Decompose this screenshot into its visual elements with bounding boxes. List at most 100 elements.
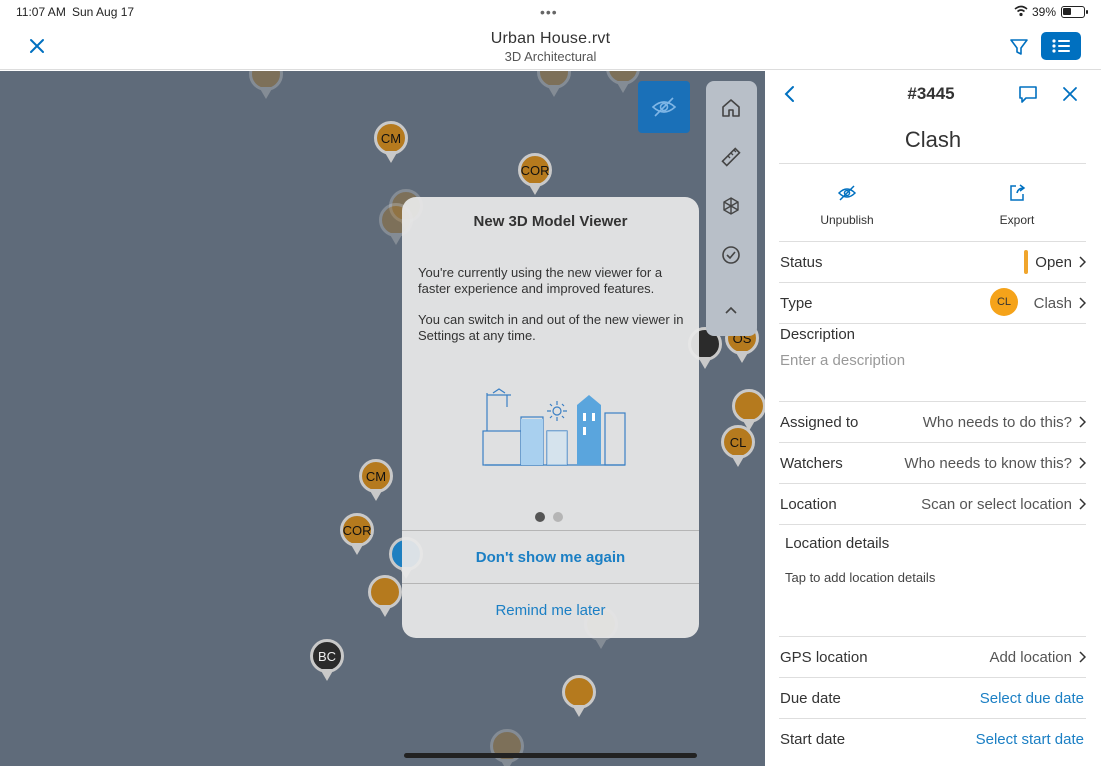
dialog-title: New 3D Model Viewer xyxy=(473,213,628,230)
issue-pin[interactable] xyxy=(490,729,524,766)
visibility-toggle-button[interactable] xyxy=(638,81,690,133)
issue-pin[interactable]: BC xyxy=(310,639,344,683)
pin-label: COR xyxy=(340,513,374,547)
watchers-row[interactable]: Watchers Who needs to know this? xyxy=(779,443,1086,483)
measure-icon[interactable] xyxy=(719,145,743,169)
assigned-to-row[interactable]: Assigned to Who needs to do this? xyxy=(779,402,1086,442)
issue-pin[interactable] xyxy=(368,575,402,619)
checkmark-circle-icon[interactable] xyxy=(719,243,743,267)
dialog-paragraph: You can switch in and out of the new vie… xyxy=(418,312,684,343)
assigned-to-value: Who needs to do this? xyxy=(922,414,1072,431)
status-indicator xyxy=(1024,250,1028,274)
remind-later-button[interactable]: Remind me later xyxy=(402,602,699,619)
due-date-value[interactable]: Select due date xyxy=(980,690,1084,707)
assigned-to-label: Assigned to xyxy=(780,414,859,431)
export-label: Export xyxy=(999,213,1035,227)
battery-icon xyxy=(1061,6,1088,18)
pin-label: COR xyxy=(518,153,552,187)
issue-pin[interactable]: COR xyxy=(518,153,552,197)
export-button[interactable]: Export xyxy=(967,183,1067,227)
unpublish-label: Unpublish xyxy=(820,213,874,227)
home-indicator[interactable] xyxy=(404,753,697,758)
comment-icon[interactable] xyxy=(1018,84,1038,104)
issue-pin[interactable] xyxy=(562,675,596,719)
eye-off-icon xyxy=(837,185,857,201)
chevron-right-icon xyxy=(1079,498,1086,510)
status-label: Status xyxy=(780,254,823,271)
issue-pin[interactable]: CM xyxy=(359,459,393,503)
app-header: Urban House.rvt 3D Architectural xyxy=(0,24,1101,70)
home-icon[interactable] xyxy=(719,96,743,120)
watchers-value: Who needs to know this? xyxy=(904,455,1072,472)
document-subtitle: 3D Architectural xyxy=(504,49,597,64)
status-row[interactable]: Status Open xyxy=(779,242,1086,282)
model-viewer[interactable]: CM COR CM COR BC CL OS New 3D Model View… xyxy=(0,71,765,766)
gps-location-row[interactable]: GPS location Add location xyxy=(779,637,1086,677)
close-icon[interactable] xyxy=(1061,85,1079,103)
issue-pin[interactable] xyxy=(606,71,640,95)
gps-location-value: Add location xyxy=(989,649,1072,666)
description-input[interactable]: Enter a description xyxy=(780,352,905,369)
start-date-label: Start date xyxy=(780,731,846,748)
issue-pin[interactable]: COR xyxy=(340,513,374,557)
issue-pin[interactable]: CL xyxy=(721,425,755,469)
issue-number: #3445 xyxy=(907,84,955,103)
type-row[interactable]: Type CL Clash xyxy=(779,283,1086,323)
chevron-right-icon xyxy=(1079,457,1086,469)
dont-show-again-button[interactable]: Don't show me again xyxy=(402,549,699,566)
filter-icon[interactable] xyxy=(1008,36,1030,58)
due-date-row[interactable]: Due date Select due date xyxy=(779,678,1086,718)
location-label: Location xyxy=(780,496,837,513)
chevron-left-icon[interactable] xyxy=(783,85,797,103)
viewer-toolbar xyxy=(706,81,757,336)
status-value: Open xyxy=(1035,254,1072,271)
city-illustration-icon xyxy=(482,388,626,466)
dialog-paragraph: You're currently using the new viewer fo… xyxy=(418,265,663,296)
unpublish-button[interactable]: Unpublish xyxy=(797,183,897,227)
status-bar: 11:07 AM Sun Aug 17 ••• 39% xyxy=(0,0,1101,24)
chevron-right-icon xyxy=(1079,256,1086,268)
type-value: Clash xyxy=(1033,295,1072,312)
gps-location-label: GPS location xyxy=(780,649,868,666)
document-title: Urban House.rvt xyxy=(490,30,611,47)
issue-type-heading: Clash xyxy=(904,127,962,152)
location-value: Scan or select location xyxy=(921,496,1072,513)
issue-pin[interactable] xyxy=(249,71,283,101)
description-label: Description xyxy=(780,326,856,343)
watchers-label: Watchers xyxy=(780,455,843,472)
new-viewer-dialog: New 3D Model Viewer You're currently usi… xyxy=(402,197,699,638)
dialog-divider xyxy=(402,583,699,584)
model-structure-icon[interactable] xyxy=(719,194,743,218)
page-dot-active xyxy=(535,512,545,522)
location-details-label: Location details xyxy=(785,535,890,552)
issue-pin[interactable] xyxy=(537,71,571,99)
chevron-right-icon xyxy=(1079,416,1086,428)
chevron-up-icon[interactable] xyxy=(719,299,743,323)
issue-pin[interactable]: CM xyxy=(374,121,408,165)
wifi-icon xyxy=(1014,5,1028,17)
export-icon xyxy=(1010,184,1026,201)
pin-label: CM xyxy=(359,459,393,493)
pin-label: BC xyxy=(310,639,344,673)
chevron-right-icon xyxy=(1079,651,1086,663)
start-date-value[interactable]: Select start date xyxy=(976,731,1084,748)
location-details-input[interactable]: Tap to add location details xyxy=(785,570,935,585)
eye-off-icon xyxy=(651,97,677,117)
location-row[interactable]: Location Scan or select location xyxy=(779,484,1086,524)
status-time: 11:07 AM xyxy=(16,5,66,19)
pin-label: CM xyxy=(374,121,408,155)
dialog-divider xyxy=(402,530,699,531)
divider xyxy=(779,163,1086,164)
battery-percent: 39% xyxy=(1032,5,1057,19)
divider xyxy=(779,323,1086,324)
multitask-dots-icon[interactable]: ••• xyxy=(540,4,558,20)
due-date-label: Due date xyxy=(780,690,841,707)
pin-label: CL xyxy=(721,425,755,459)
list-icon xyxy=(1052,39,1070,53)
page-dot xyxy=(553,512,563,522)
type-label: Type xyxy=(780,295,813,312)
page-indicator xyxy=(535,512,565,522)
start-date-row[interactable]: Start date Select start date xyxy=(779,719,1086,759)
list-view-button[interactable] xyxy=(1041,32,1081,60)
status-date: Sun Aug 17 xyxy=(72,5,135,19)
